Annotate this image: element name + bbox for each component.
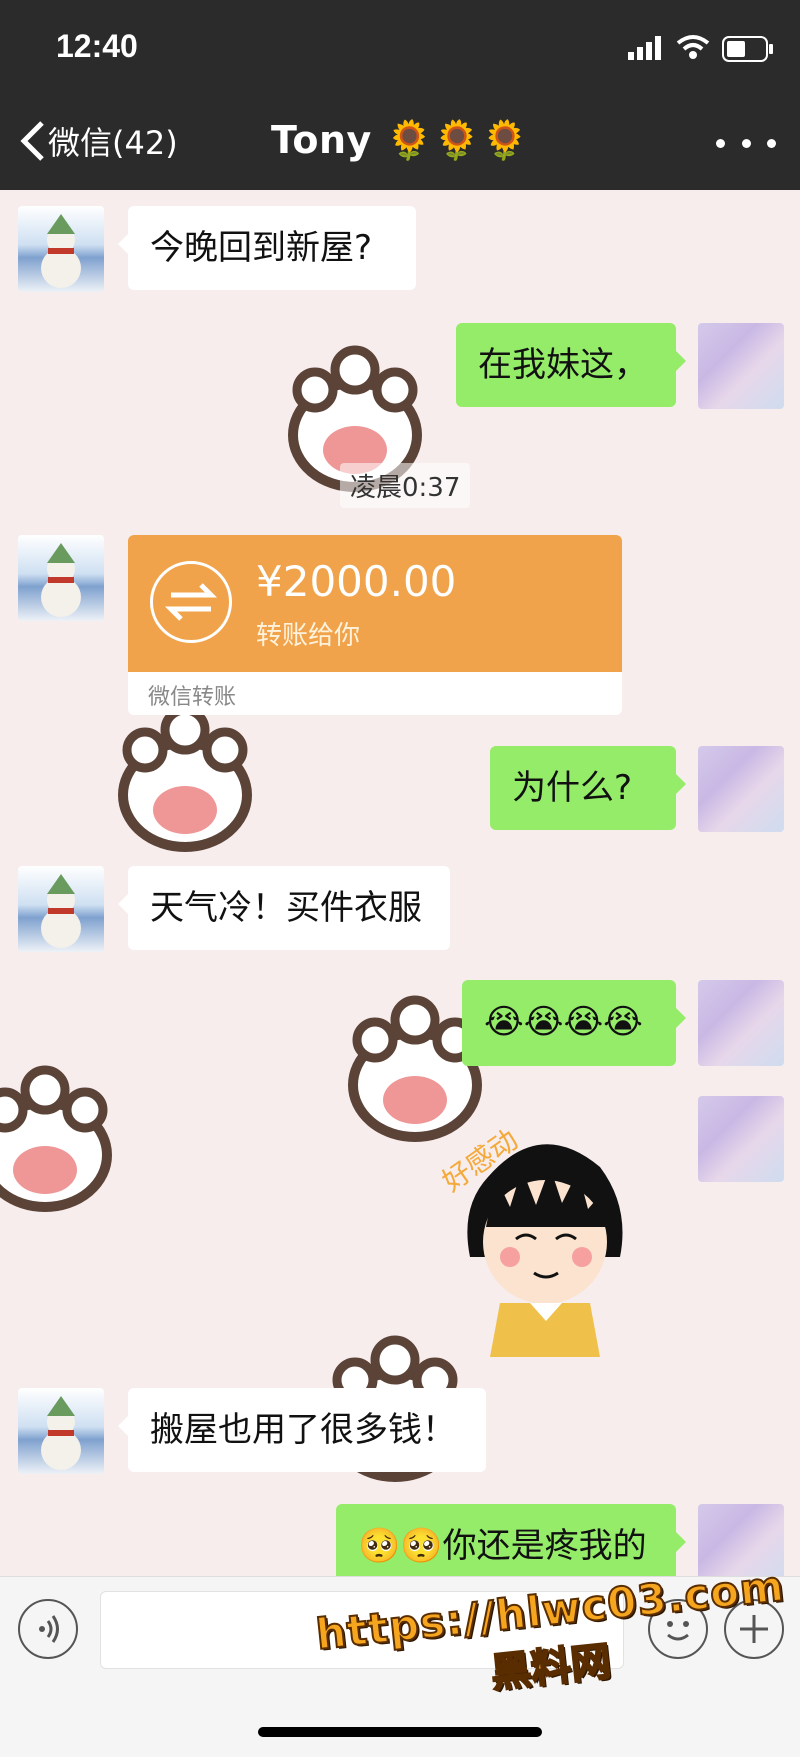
chat-header: 微信(42) Tony 🌻🌻🌻	[0, 100, 800, 190]
my-avatar[interactable]	[698, 746, 784, 832]
voice-icon	[39, 1615, 59, 1643]
chat-title: Tony 🌻🌻🌻	[271, 118, 529, 162]
snowman-icon	[41, 543, 81, 617]
message-bubble-incoming[interactable]: 天气冷！买件衣服	[118, 866, 450, 950]
message-bubble-outgoing[interactable]: 😭😭😭😭	[462, 980, 686, 1066]
my-avatar[interactable]	[698, 980, 784, 1066]
message-bubble-outgoing[interactable]: 在我妹这，	[456, 323, 686, 407]
contact-avatar[interactable]	[18, 1388, 104, 1474]
paw-print-icon	[118, 705, 252, 852]
more-button[interactable]	[716, 128, 776, 158]
message-bubble-incoming[interactable]: 搬屋也用了很多钱！	[118, 1388, 486, 1472]
my-avatar[interactable]	[698, 1096, 784, 1182]
more-dot-icon	[741, 138, 751, 148]
contact-avatar[interactable]	[18, 206, 104, 292]
message-bubble-incoming[interactable]: 今晚回到新屋?	[118, 206, 416, 290]
transfer-note: 转账给你	[256, 621, 361, 651]
message-timestamp: 凌晨0:37	[340, 463, 471, 508]
snowman-icon	[41, 214, 81, 288]
wechat-transfer-card[interactable]: ¥2000.00 转账给你 微信转账	[128, 535, 622, 715]
my-avatar[interactable]	[698, 323, 784, 409]
contact-avatar[interactable]	[18, 866, 104, 952]
home-indicator	[258, 1727, 542, 1737]
transfer-card-top: ¥2000.00 转账给你	[128, 535, 622, 672]
status-bar: 12:40	[0, 0, 800, 100]
voice-button[interactable]	[18, 1599, 78, 1659]
crying-girl-sticker[interactable]: 好感动	[430, 1107, 650, 1357]
more-dot-icon	[767, 138, 776, 148]
battery-icon	[722, 36, 773, 62]
chat-area[interactable]: 今晚回到新屋? 在我妹这， 凌晨0:37 ¥2000.00 转账给你 微信转账 …	[0, 190, 800, 1576]
snowman-icon	[41, 1396, 81, 1470]
wifi-icon	[676, 35, 710, 59]
signal-icon	[628, 36, 661, 60]
snowman-icon	[41, 874, 81, 948]
paw-print-icon	[0, 1065, 112, 1212]
more-dot-icon	[716, 138, 725, 148]
message-bubble-outgoing[interactable]: 为什么?	[490, 746, 686, 830]
contact-avatar[interactable]	[18, 535, 104, 621]
transfer-amount: ¥2000.00	[256, 557, 457, 606]
status-time: 12:40	[56, 28, 138, 64]
transfer-footer: 微信转账	[148, 685, 237, 710]
message-bubble-outgoing[interactable]: 🥺🥺你还是疼我的	[336, 1504, 686, 1576]
transfer-arrows-icon	[150, 561, 232, 643]
